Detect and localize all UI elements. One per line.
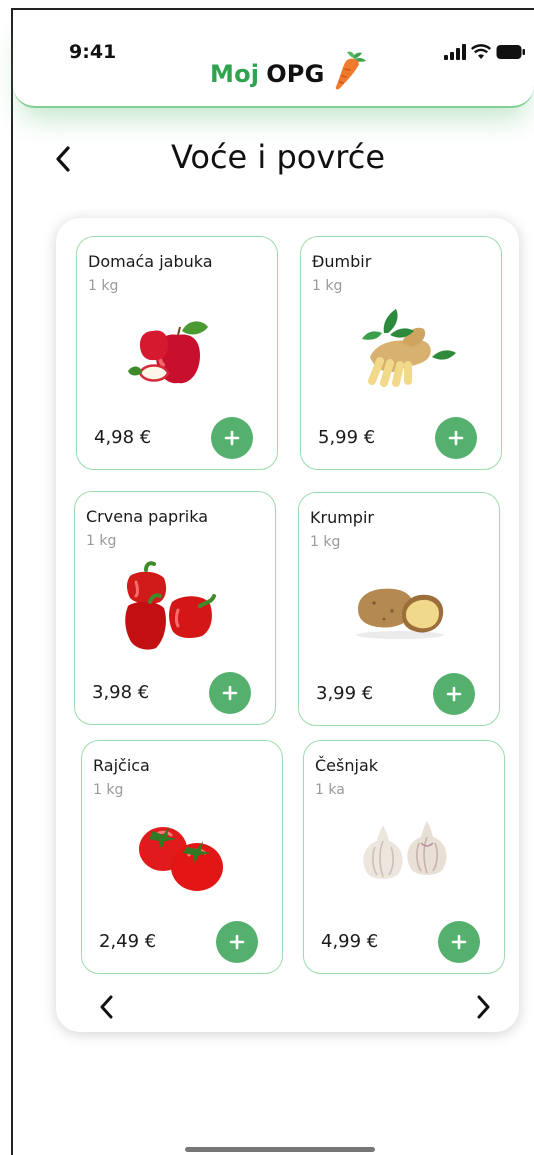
- ginger-image: [362, 309, 456, 387]
- product-price: 4,99 €: [321, 931, 379, 952]
- product-unit: 1 ka: [315, 782, 345, 798]
- page-heading-bar: Voće i povrće: [0, 130, 534, 190]
- battery-icon: [496, 45, 525, 59]
- chevron-left-icon: [100, 995, 113, 1019]
- product-unit: 1 kg: [93, 782, 124, 798]
- wifi-icon: [471, 44, 491, 59]
- add-to-cart-button[interactable]: [216, 921, 258, 963]
- plus-icon: [446, 686, 462, 702]
- product-card[interactable]: Češnjak 1 ka 4,99 €: [303, 740, 505, 974]
- add-to-cart-button[interactable]: [435, 417, 477, 459]
- brand-name-part1: Moj: [210, 60, 260, 88]
- product-price: 2,49 €: [99, 931, 157, 952]
- add-to-cart-button[interactable]: [209, 672, 251, 714]
- garlic-image: [363, 821, 447, 879]
- plus-icon: [229, 934, 245, 950]
- product-card[interactable]: Domaća jabuka 1 kg 4,98 €: [76, 236, 278, 470]
- product-card[interactable]: Đumbir 1 kg 5,99 €: [300, 236, 502, 470]
- brand-logo: Moj OPG: [210, 51, 367, 91]
- product-card[interactable]: Rajčica 1 kg 2,49 €: [81, 740, 283, 974]
- add-to-cart-button[interactable]: [211, 417, 253, 459]
- home-indicator: [185, 1147, 375, 1152]
- plus-icon: [224, 430, 240, 446]
- brand-name-part2: OPG: [266, 60, 325, 88]
- plus-icon: [451, 934, 467, 950]
- previous-page-button[interactable]: [93, 990, 121, 1024]
- product-name: Češnjak: [315, 756, 379, 775]
- chevron-right-icon: [477, 995, 490, 1019]
- product-unit: 1 kg: [312, 278, 343, 294]
- signal-icon: [444, 44, 466, 60]
- apple-image: [128, 321, 208, 384]
- status-icons: [444, 44, 526, 60]
- app-header: 9:41 Moj OPG: [13, 10, 534, 108]
- plus-icon: [222, 685, 238, 701]
- add-to-cart-button[interactable]: [433, 673, 475, 715]
- product-name: Crvena paprika: [86, 507, 209, 526]
- carrot-icon: [335, 51, 366, 90]
- product-price: 4,98 €: [94, 427, 152, 448]
- next-page-button[interactable]: [469, 990, 497, 1024]
- product-unit: 1 kg: [86, 533, 117, 549]
- plus-icon: [448, 430, 464, 446]
- potato-image: [356, 588, 444, 639]
- product-card[interactable]: Crvena paprika 1 kg 3,98 €: [74, 491, 276, 725]
- status-time: 9:41: [69, 41, 117, 63]
- product-unit: 1 kg: [88, 278, 119, 294]
- product-unit: 1 kg: [310, 534, 341, 550]
- product-name: Đumbir: [312, 252, 372, 271]
- product-panel: Domaća jabuka 1 kg 4,98 € Đumbir 1 kg 5,…: [56, 218, 519, 1032]
- product-price: 5,99 €: [318, 427, 376, 448]
- product-card[interactable]: Krumpir 1 kg 3,99 €: [298, 492, 500, 726]
- add-to-cart-button[interactable]: [438, 921, 480, 963]
- product-price: 3,99 €: [316, 683, 374, 704]
- tomato-image: [139, 827, 223, 891]
- red-pepper-image: [125, 561, 216, 650]
- product-price: 3,98 €: [92, 682, 150, 703]
- product-name: Domaća jabuka: [88, 252, 213, 271]
- page-title: Voće i povrće: [170, 138, 386, 176]
- product-name: Krumpir: [310, 508, 374, 527]
- product-name: Rajčica: [93, 756, 150, 775]
